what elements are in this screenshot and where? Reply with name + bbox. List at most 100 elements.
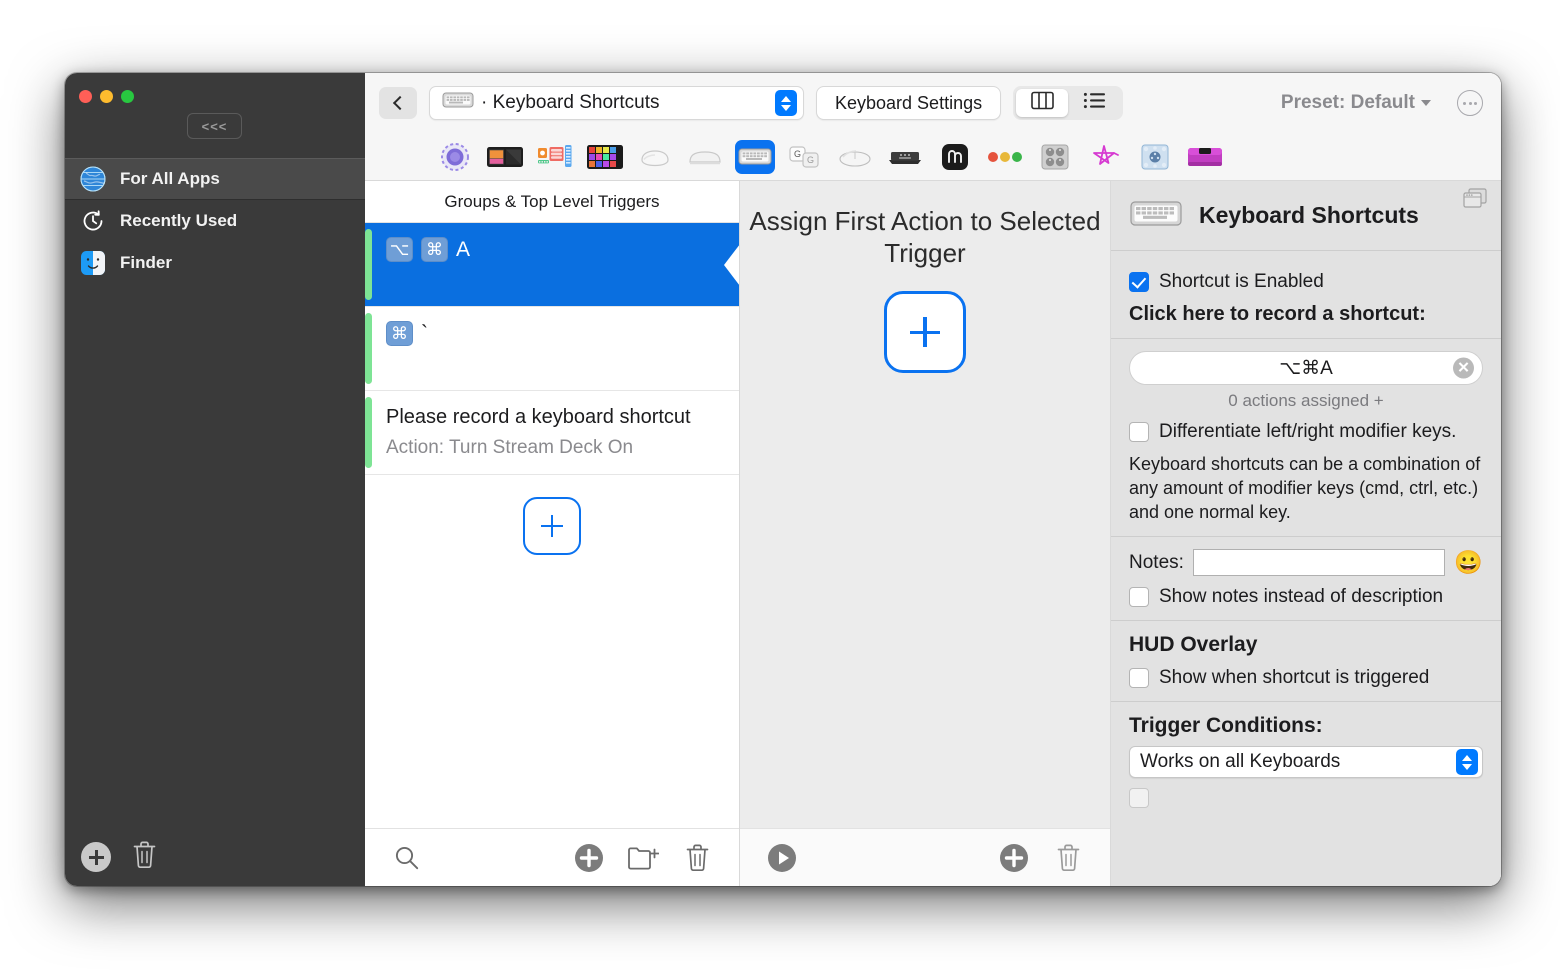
main-area: · Keyboard Shortcuts Keyboard Settings P… bbox=[365, 73, 1501, 886]
view-mode-segmented-control bbox=[1013, 86, 1124, 120]
differentiate-modifiers-row[interactable]: Differentiate left/right modifier keys. bbox=[1129, 421, 1483, 443]
command-key-icon: ⌘ bbox=[421, 237, 448, 262]
inspector-title: Keyboard Shortcuts bbox=[1199, 202, 1419, 228]
device-tab-knob-controller[interactable] bbox=[1035, 140, 1075, 174]
sidebar-list: For All Apps Recently Used Finder bbox=[65, 158, 365, 284]
trigger-conditions-select[interactable]: Works on all Keyboards bbox=[1129, 746, 1483, 779]
inspector-header: Keyboard Shortcuts bbox=[1111, 181, 1501, 251]
more-options-button[interactable] bbox=[1457, 90, 1483, 116]
app-window: <<< For All Apps Recently Used Finder · … bbox=[65, 73, 1501, 886]
table-row[interactable]: ⌥ ⌘ A bbox=[365, 223, 739, 307]
windows-stack-icon[interactable] bbox=[1461, 187, 1489, 216]
device-tab-touchbar[interactable] bbox=[1185, 140, 1225, 174]
hud-show-checkbox[interactable] bbox=[1129, 668, 1149, 689]
triggers-pane-footer bbox=[365, 828, 739, 886]
sidebar-item-recently-used[interactable]: Recently Used bbox=[65, 200, 365, 242]
add-action-button[interactable] bbox=[994, 838, 1034, 878]
preset-selector[interactable]: Preset: Default bbox=[1281, 92, 1431, 114]
device-tab-key-sequence[interactable]: G G bbox=[785, 140, 825, 174]
inspector-pane: Keyboard Shortcuts Shortcut is Enabled C… bbox=[1111, 181, 1501, 886]
add-action-card-wrap bbox=[884, 291, 966, 374]
combobox-value: · Keyboard Shortcuts bbox=[481, 92, 660, 113]
shortcut-enabled-checkbox[interactable] bbox=[1129, 272, 1149, 292]
actions-pane-footer bbox=[740, 828, 1110, 886]
add-action-card[interactable] bbox=[884, 291, 966, 374]
trigger-type-combobox[interactable]: · Keyboard Shortcuts bbox=[429, 86, 804, 120]
row-color-bar bbox=[365, 313, 372, 384]
device-tab-loupedeck[interactable] bbox=[1135, 140, 1175, 174]
add-trigger-card[interactable] bbox=[523, 497, 581, 555]
triggers-pane: Groups & Top Level Triggers ⌥ ⌘ A ⌘ ` Pl… bbox=[365, 181, 740, 886]
keyboard-icon bbox=[442, 90, 474, 116]
device-tab-stream-deck-xl[interactable] bbox=[585, 140, 625, 174]
panes-container: Groups & Top Level Triggers ⌥ ⌘ A ⌘ ` Pl… bbox=[365, 181, 1501, 886]
keyboard-icon bbox=[1129, 196, 1183, 235]
delete-trigger-button[interactable] bbox=[677, 838, 717, 878]
play-icon[interactable] bbox=[762, 838, 802, 878]
finder-icon bbox=[80, 250, 106, 276]
triggers-list: ⌥ ⌘ A ⌘ ` Please record a keyboard short… bbox=[365, 223, 739, 828]
clock-icon bbox=[80, 208, 106, 234]
sidebar-item-for-all-apps[interactable]: For All Apps bbox=[65, 158, 365, 200]
chevron-left-icon bbox=[392, 95, 408, 111]
show-notes-checkbox[interactable] bbox=[1129, 587, 1149, 608]
actions-assigned-label[interactable]: 0 actions assigned + bbox=[1129, 391, 1483, 411]
command-key-icon: ⌘ bbox=[386, 321, 413, 346]
inspector-body: Shortcut is Enabled Click here to record… bbox=[1111, 251, 1501, 818]
device-tab-keyboard[interactable] bbox=[735, 139, 775, 174]
keyboard-settings-button[interactable]: Keyboard Settings bbox=[816, 86, 1002, 120]
device-tab-star-drawing[interactable] bbox=[1085, 140, 1125, 174]
show-notes-label: Show notes instead of description bbox=[1159, 586, 1444, 608]
device-tab-remote[interactable] bbox=[885, 140, 925, 174]
delete-app-button[interactable] bbox=[131, 840, 158, 874]
row-color-bar bbox=[365, 229, 372, 300]
table-row[interactable]: ⌘ ` bbox=[365, 307, 739, 391]
combobox-stepper[interactable] bbox=[775, 90, 797, 116]
search-icon[interactable] bbox=[387, 838, 427, 878]
minimize-button[interactable] bbox=[100, 90, 113, 103]
add-app-button[interactable] bbox=[81, 842, 111, 872]
delete-action-button[interactable] bbox=[1048, 838, 1088, 878]
collapse-sidebar-button[interactable]: <<< bbox=[187, 113, 242, 139]
maximize-button[interactable] bbox=[121, 90, 134, 103]
window-traffic-lights bbox=[79, 90, 134, 103]
notes-input[interactable] bbox=[1192, 549, 1446, 577]
shortcut-enabled-row[interactable]: Shortcut is Enabled bbox=[1129, 271, 1483, 293]
add-trigger-button[interactable] bbox=[569, 838, 609, 878]
device-tab-magic-trackpad-dial[interactable] bbox=[435, 140, 475, 174]
back-button[interactable] bbox=[379, 87, 417, 119]
cut-off-checkbox[interactable] bbox=[1129, 788, 1149, 809]
clear-icon[interactable]: ✕ bbox=[1453, 357, 1474, 379]
device-tab-generic-mouse[interactable] bbox=[835, 140, 875, 174]
shortcut-record-field[interactable]: ⌥⌘A ✕ bbox=[1129, 351, 1483, 385]
hud-show-row[interactable]: Show when shortcut is triggered bbox=[1129, 667, 1483, 689]
actions-empty-title: Assign First Action to Selected Trigger bbox=[749, 206, 1101, 269]
differentiate-modifiers-checkbox[interactable] bbox=[1129, 422, 1149, 442]
new-folder-icon[interactable] bbox=[623, 838, 663, 878]
device-tab-magic-mouse[interactable] bbox=[635, 140, 675, 174]
sidebar: <<< For All Apps Recently Used Finder bbox=[65, 73, 365, 886]
emoji-picker-icon[interactable]: 😀 bbox=[1454, 551, 1483, 574]
sidebar-item-label: Finder bbox=[120, 253, 172, 272]
svg-text:G: G bbox=[807, 155, 814, 165]
device-tab-trackpad[interactable] bbox=[685, 140, 725, 174]
device-tab-gesture[interactable] bbox=[935, 140, 975, 174]
triggers-pane-header: Groups & Top Level Triggers bbox=[365, 181, 739, 223]
show-notes-row[interactable]: Show notes instead of description bbox=[1129, 586, 1483, 608]
actions-pane: Assign First Action to Selected Trigger bbox=[740, 181, 1111, 886]
cut-off-row bbox=[1129, 788, 1483, 809]
device-tab-midi-controller[interactable] bbox=[535, 140, 575, 174]
actions-pane-body: Assign First Action to Selected Trigger bbox=[740, 181, 1110, 828]
tab-columns-view[interactable] bbox=[1016, 89, 1069, 117]
columns-view-icon bbox=[1030, 91, 1054, 115]
sidebar-item-finder[interactable]: Finder bbox=[65, 242, 365, 284]
device-tab-traffic-lights[interactable] bbox=[985, 140, 1025, 174]
select-stepper-icon bbox=[1456, 749, 1478, 776]
sidebar-footer bbox=[65, 828, 365, 886]
shortcut-description: Keyboard shortcuts can be a combination … bbox=[1129, 454, 1481, 522]
tab-list-view[interactable] bbox=[1068, 89, 1120, 117]
trigger-conditions-title: Trigger Conditions: bbox=[1129, 714, 1323, 738]
device-tab-stream-deck[interactable] bbox=[485, 140, 525, 174]
table-row[interactable]: Please record a keyboard shortcut Action… bbox=[365, 391, 739, 475]
close-button[interactable] bbox=[79, 90, 92, 103]
